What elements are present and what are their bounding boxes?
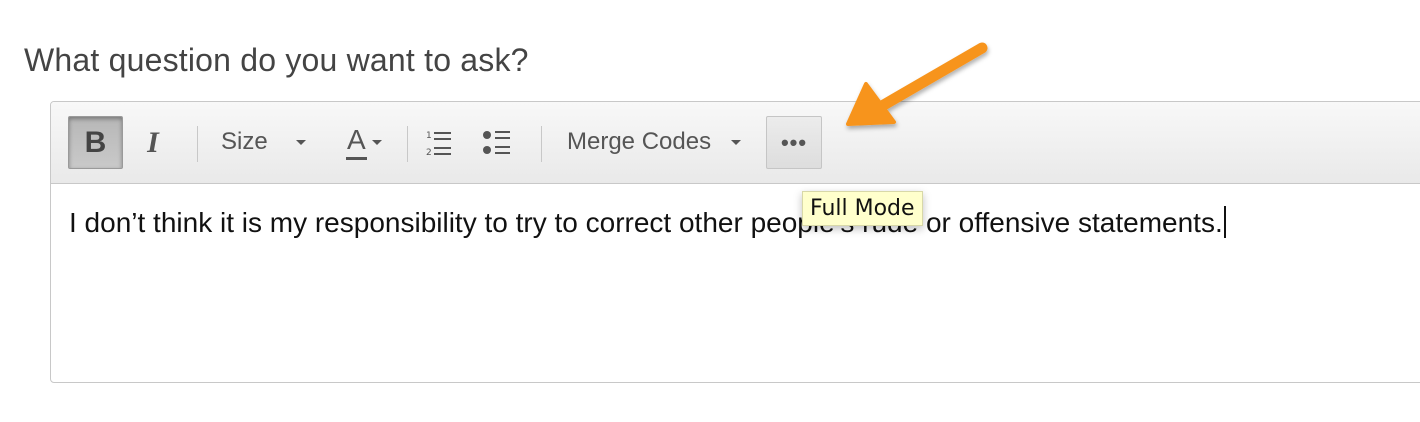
- font-color-button[interactable]: A: [346, 122, 382, 162]
- size-dropdown[interactable]: Size: [221, 124, 306, 160]
- editor-text: I don’t think it is my responsibility to…: [69, 207, 1223, 238]
- font-color-icon: A: [346, 124, 367, 160]
- toolbar-divider: [197, 126, 198, 162]
- svg-text:1: 1: [426, 131, 432, 141]
- bulleted-list-icon: [483, 131, 510, 154]
- merge-codes-dropdown[interactable]: Merge Codes: [567, 124, 742, 160]
- numbered-list-icon: 1 2: [426, 131, 451, 158]
- bold-button[interactable]: B: [68, 116, 123, 169]
- toolbar-divider: [541, 126, 542, 162]
- editor-content[interactable]: I don’t think it is my responsibility to…: [69, 206, 1420, 239]
- text-cursor: [1223, 206, 1226, 238]
- question-label: What question do you want to ask?: [24, 42, 529, 78]
- bulleted-list-button[interactable]: [482, 128, 512, 158]
- rich-text-editor: B I Size A 1 2 Merge Codes ••• I don’t t…: [50, 101, 1420, 383]
- merge-codes-label: Merge Codes: [567, 128, 712, 155]
- chevron-down-icon: [371, 139, 382, 145]
- toolbar-divider: [407, 126, 408, 162]
- chevron-down-icon: [295, 139, 306, 145]
- editor-toolbar: B I Size A 1 2 Merge Codes •••: [51, 102, 1420, 184]
- svg-text:2: 2: [426, 148, 432, 158]
- size-dropdown-label: Size: [221, 128, 268, 155]
- chevron-down-icon: [731, 139, 742, 145]
- italic-button[interactable]: I: [133, 116, 173, 169]
- numbered-list-button[interactable]: 1 2: [425, 128, 455, 158]
- full-mode-button[interactable]: •••: [766, 116, 822, 169]
- arrow-annotation-icon: [846, 42, 988, 126]
- full-mode-tooltip: Full Mode: [802, 191, 923, 226]
